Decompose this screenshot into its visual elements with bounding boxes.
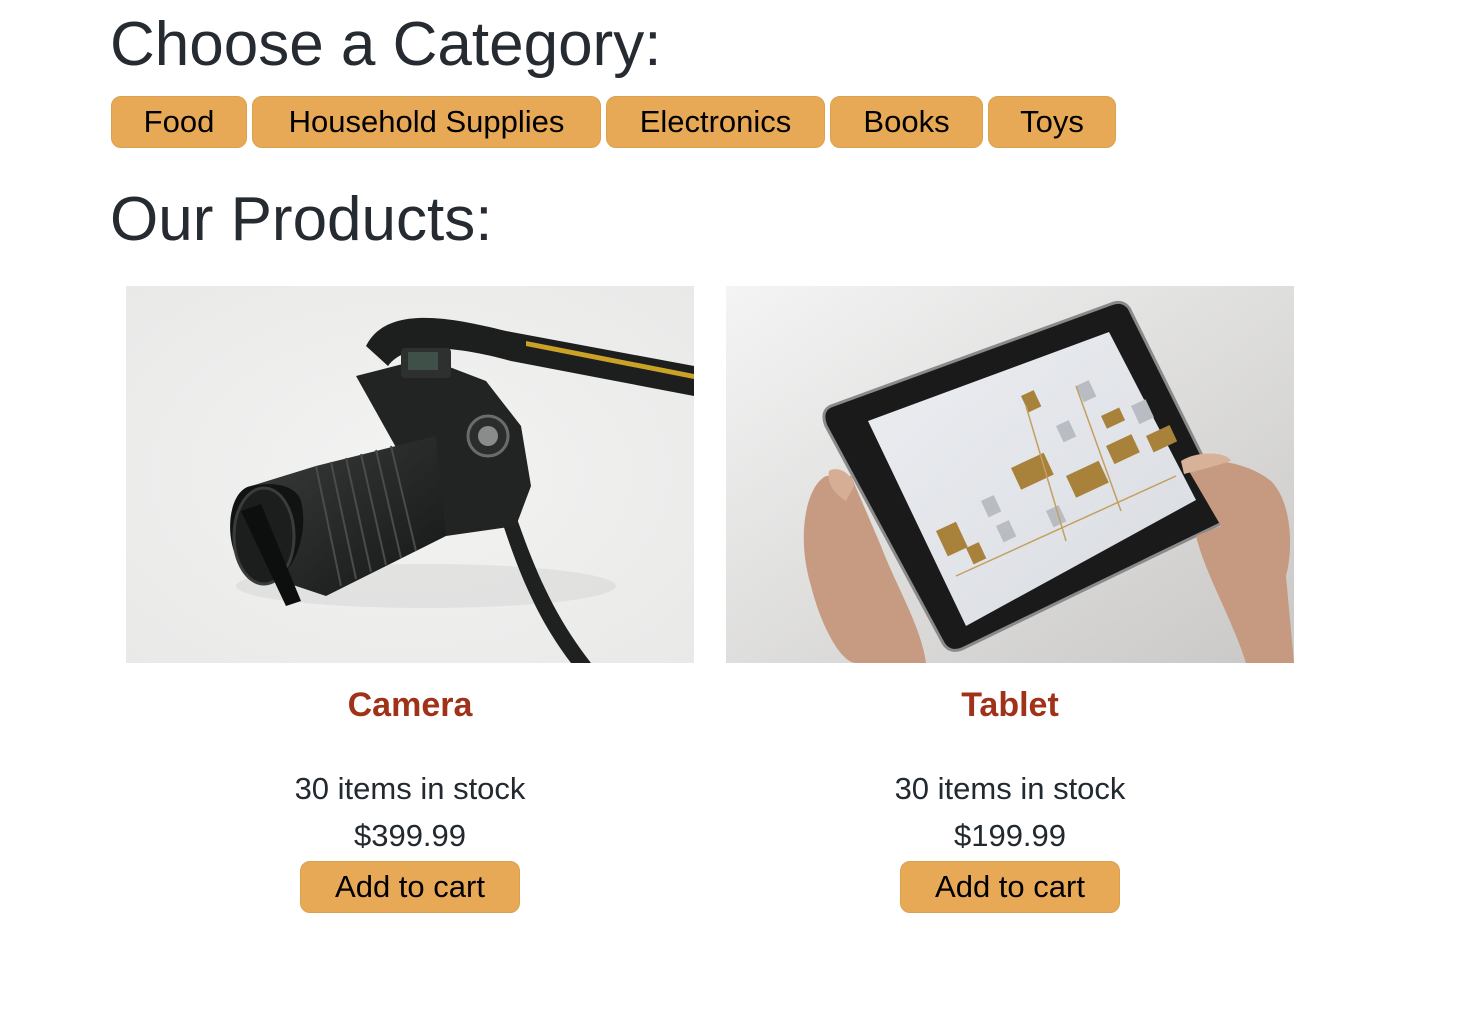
product-stock-camera: 30 items in stock [294,771,526,806]
product-card-tablet: Tablet 30 items in stock $199.99 Add to … [726,286,1294,913]
category-button-electronics[interactable]: Electronics [606,96,825,148]
category-bar: Food Household Supplies Electronics Book… [111,96,1116,148]
add-to-cart-button-camera[interactable]: Add to cart [300,861,520,913]
page: Choose a Category: Food Household Suppli… [0,0,1462,1020]
product-card-camera: Camera 30 items in stock $399.99 Add to … [126,286,694,913]
product-grid: Camera 30 items in stock $399.99 Add to … [126,286,1294,913]
product-price-camera: $399.99 [353,818,467,853]
category-button-food[interactable]: Food [111,96,247,148]
product-price-tablet: $199.99 [953,818,1067,853]
category-button-toys[interactable]: Toys [988,96,1116,148]
category-button-household-supplies[interactable]: Household Supplies [252,96,601,148]
product-stock-tablet: 30 items in stock [894,771,1126,806]
add-to-cart-button-tablet[interactable]: Add to cart [900,861,1120,913]
camera-photo [126,286,694,663]
tablet-photo [726,286,1294,663]
products-heading: Our Products: [110,185,493,254]
category-heading: Choose a Category: [110,10,662,79]
product-name-tablet[interactable]: Tablet [961,685,1059,725]
product-name-camera[interactable]: Camera [348,685,473,725]
category-button-books[interactable]: Books [830,96,983,148]
